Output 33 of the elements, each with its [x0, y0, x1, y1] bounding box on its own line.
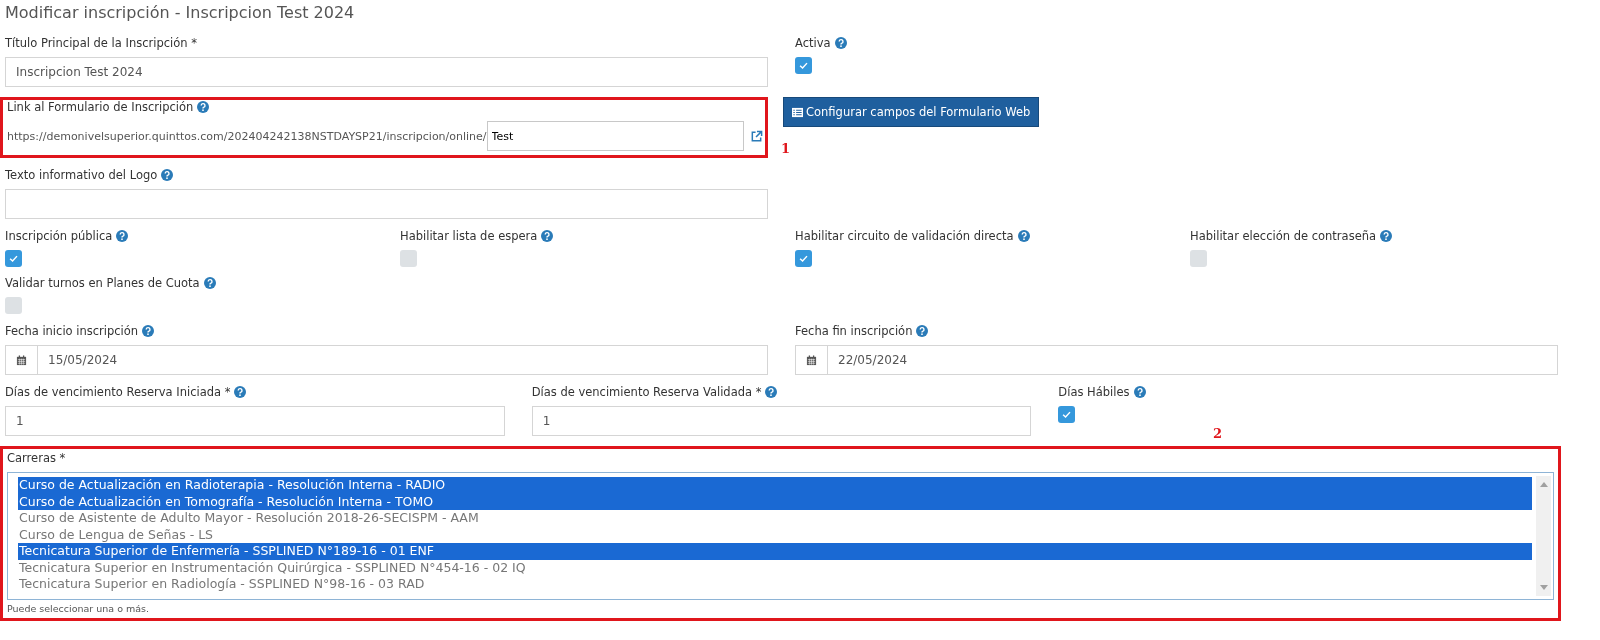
url-prefix: https://demonivelsuperior.quinttos.com/202404242138NSTDAYSP21/inscripcion/online/	[7, 129, 487, 143]
configure-form-button[interactable]: Configurar campos del Formulario Web	[783, 97, 1040, 127]
field-label: Carreras *	[7, 451, 66, 465]
field-label: Título Principal de la Inscripción *	[5, 36, 197, 50]
callout-number: 1	[780, 141, 790, 156]
field-label: Activa	[795, 36, 831, 50]
field-label: Fecha fin inscripción	[795, 324, 913, 338]
career-option[interactable]: Curso de Lengua de Señas - LS	[18, 526, 1532, 543]
career-option[interactable]: Curso de Actualización en Radioterapia - Resolución Interna - RADIO	[18, 477, 1532, 494]
days-input[interactable]: 1	[531, 406, 1032, 436]
date-field[interactable]: 22/05/2024	[795, 345, 1558, 375]
field-label: Fecha inicio inscripción	[5, 324, 139, 338]
date-field[interactable]: 15/05/2024	[5, 345, 768, 375]
field-label: Habilitar circuito de validación directa	[795, 229, 1014, 243]
field-label: Días Hábiles	[1058, 385, 1130, 399]
field-label: Habilitar elección de contraseña	[1190, 229, 1377, 243]
days-input[interactable]: 1	[5, 406, 505, 436]
career-option[interactable]: Tecnicatura Superior en Radiología - SSPLINED N°98-16 - 03 RAD	[18, 576, 1532, 593]
career-option[interactable]: Curso de Asistente de Adulto Mayor - Resolución 2018-26-SECISPM - AAM	[18, 510, 1532, 527]
field-label: Link al Formulario de Inscripción	[7, 100, 194, 114]
hint-text: Puede seleccionar una o más.	[7, 603, 151, 614]
career-option[interactable]: Tecnicatura Superior en Instrumentación Quirúrgica - SSPLINED N°454-16 - 02 IQ	[18, 559, 1532, 576]
link-input[interactable]: Test	[486, 121, 744, 151]
field-label: Validar turnos en Planes de Cuota	[5, 276, 200, 290]
field-label: Días de vencimiento Reserva Validada *	[531, 385, 762, 399]
callout-number: 2	[1213, 426, 1223, 441]
title-input[interactable]: Inscripcion Test 2024	[5, 57, 768, 87]
field-label: Inscripción pública	[5, 229, 113, 243]
field-label: Texto informativo del Logo	[5, 168, 158, 182]
career-option[interactable]: Tecnicatura Superior de Enfermería - SSPLINED N°189-16 - 01 ENF	[18, 543, 1532, 560]
field-label: Días de vencimiento Reserva Iniciada *	[5, 385, 231, 399]
field-label: Habilitar lista de espera	[400, 229, 538, 243]
page-title: Modificar inscripción - Inscripcion Test 2024	[5, 3, 356, 22]
